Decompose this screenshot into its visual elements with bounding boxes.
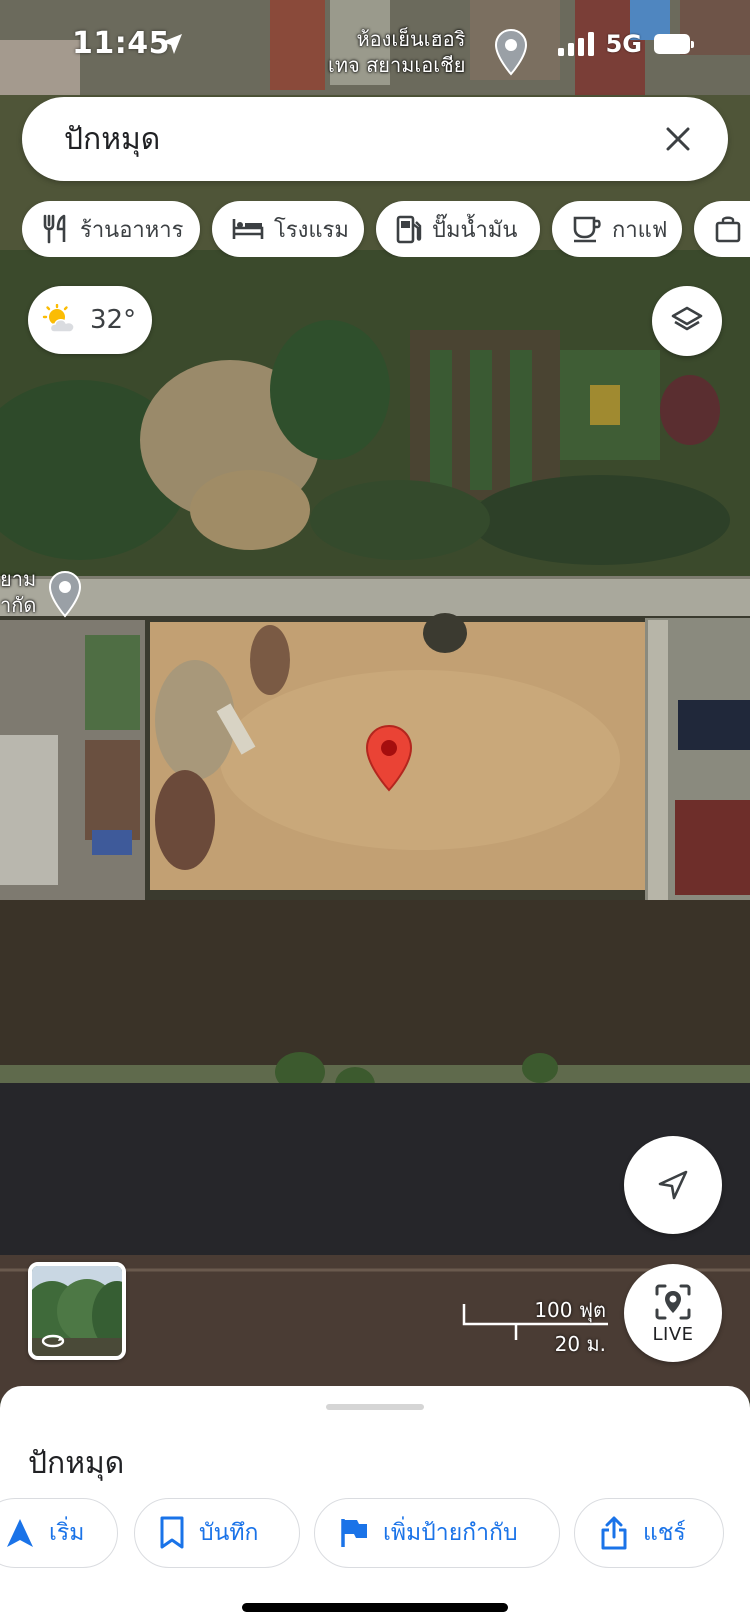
layers-icon	[671, 306, 703, 331]
coffee-icon	[573, 216, 601, 243]
chip-more[interactable]	[694, 201, 750, 257]
search-query[interactable]: ปักหมุด	[64, 116, 658, 163]
navigation-arrow-icon	[7, 1519, 33, 1547]
hotel-icon	[232, 219, 264, 239]
chip-label: ปั๊มน้ำมัน	[432, 217, 518, 243]
place-marker-icon[interactable]	[48, 570, 82, 618]
partly-cloudy-icon	[42, 304, 75, 333]
chip-gas-stations[interactable]: ปั๊มน้ำมัน	[376, 201, 540, 257]
navigation-arrow-icon	[658, 1170, 688, 1200]
shopping-bag-icon	[715, 216, 741, 243]
action-label: บันทึก	[199, 1520, 259, 1546]
close-icon	[666, 127, 690, 151]
map-scale: 100 ฟุต 20 ม.	[462, 1294, 612, 1356]
share-button[interactable]: แชร์	[574, 1498, 724, 1568]
restaurant-icon	[43, 214, 66, 244]
action-buttons: เริ่ม บันทึก เพิ่มป้ายกำกับ แชร์	[0, 1498, 750, 1568]
chip-restaurants[interactable]: ร้านอาหาร	[22, 201, 200, 257]
bookmark-icon	[160, 1516, 184, 1549]
temperature: 32°	[90, 305, 137, 335]
status-time: 11:45	[72, 26, 170, 61]
status-indicators: 5G	[557, 30, 694, 58]
search-bar[interactable]: ปักหมุด	[22, 97, 728, 181]
chip-hotels[interactable]: โรงแรม	[212, 201, 364, 257]
scale-metric: 20 ม.	[554, 1332, 606, 1356]
save-button[interactable]: บันทึก	[134, 1498, 300, 1568]
location-arrow-icon	[162, 34, 182, 54]
chip-label: ร้านอาหาร	[80, 217, 184, 243]
start-button[interactable]: เริ่ม	[0, 1498, 118, 1568]
map-layers-button[interactable]	[652, 286, 722, 356]
signal-icon	[557, 32, 594, 56]
map-place-label[interactable]: ยาม ากัด	[0, 566, 36, 618]
place-title: ปักหมุด	[28, 1446, 125, 1481]
home-indicator[interactable]	[242, 1603, 508, 1612]
share-icon	[601, 1516, 627, 1550]
status-bar: 11:45 5G	[0, 0, 750, 90]
my-location-button[interactable]	[624, 1136, 722, 1234]
weather-chip[interactable]: 32°	[28, 286, 152, 354]
chip-coffee[interactable]: กาแฟ	[552, 201, 682, 257]
place-label-line: ยาม	[0, 567, 37, 591]
add-label-button[interactable]: เพิ่มป้ายกำกับ	[314, 1498, 560, 1568]
action-label: เริ่ม	[49, 1520, 85, 1546]
dropped-pin-icon[interactable]	[365, 724, 413, 792]
place-bottom-sheet[interactable]: ปักหมุด เริ่ม บันทึก เพิ่มป้ายกำกับ แชร์	[0, 1386, 750, 1623]
chip-label: โรงแรม	[274, 217, 349, 243]
action-label: แชร์	[643, 1520, 686, 1546]
flag-icon	[341, 1519, 367, 1547]
scale-imperial: 100 ฟุต	[534, 1298, 606, 1322]
clear-search-button[interactable]	[658, 119, 698, 159]
rotate-360-icon	[41, 1334, 65, 1348]
chip-label: กาแฟ	[612, 217, 668, 243]
drag-handle[interactable]	[326, 1404, 424, 1410]
battery-icon	[654, 34, 694, 54]
gas-station-icon	[396, 215, 422, 244]
live-view-button[interactable]: LIVE	[624, 1264, 722, 1362]
network-type: 5G	[605, 30, 642, 58]
street-view-thumbnail[interactable]	[28, 1262, 126, 1360]
action-label: เพิ่มป้ายกำกับ	[383, 1520, 518, 1546]
live-view-icon	[655, 1284, 691, 1319]
place-label-line: ากัด	[0, 593, 37, 617]
live-label: LIVE	[652, 1323, 694, 1345]
category-chips: ร้านอาหาร โรงแรม ปั๊มน้ำมัน กาแฟ	[22, 201, 750, 257]
